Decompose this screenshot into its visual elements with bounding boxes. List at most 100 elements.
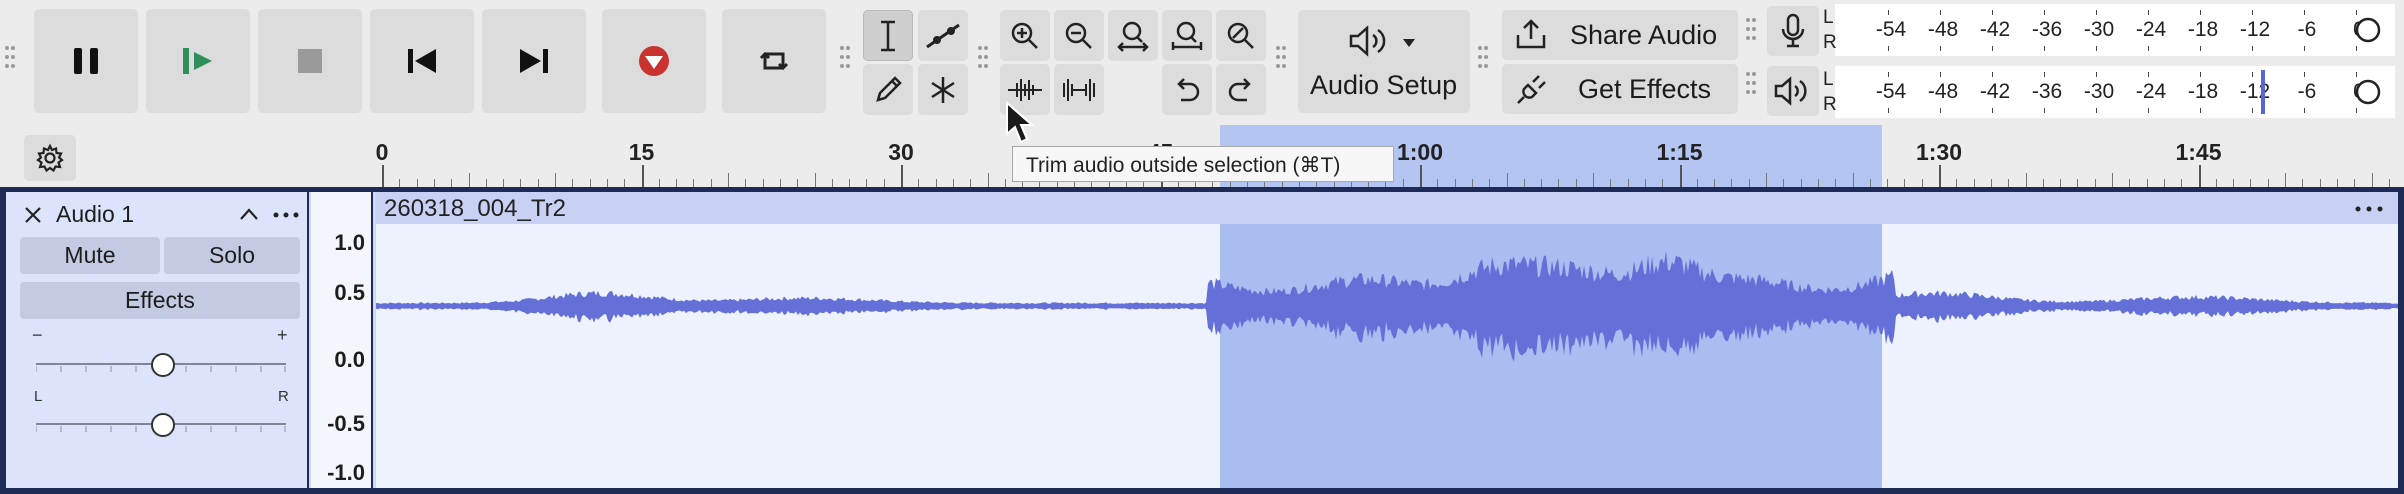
playback-level-marker [2261, 70, 2265, 114]
record-meter-tick-label: -24 [2135, 18, 2167, 41]
ruler-minor-tick [1523, 179, 1525, 187]
ruler-minor-tick [676, 179, 678, 187]
record-meter-button[interactable] [1767, 6, 1819, 56]
tools-toolbar-grip[interactable] [840, 46, 850, 74]
playback-meter-tick-label: -12 [2239, 80, 2271, 103]
gain-slider[interactable] [36, 353, 286, 377]
ruler-minor-tick [1541, 179, 1543, 187]
audio-setup-button[interactable]: Audio Setup [1298, 10, 1470, 113]
record-meter-tick-mark [2356, 46, 2357, 51]
zoom-toggle-button[interactable] [1216, 10, 1266, 61]
amplitude-label-bottom: -1.0 [327, 460, 365, 485]
meter-slider-icon [2355, 79, 2381, 105]
ruler-minor-tick [1887, 179, 1889, 187]
record-meter-tick-mark [1992, 10, 1993, 15]
clip-name: 260318_004_Tr2 [384, 195, 566, 222]
record-meter[interactable]: L R -54-48-42-36-30-24-18-12-60 [1823, 4, 2395, 56]
playback-meter-tick-mark [2096, 72, 2097, 77]
draw-tool-button[interactable] [863, 64, 913, 115]
skip-to-start-button[interactable] [370, 9, 474, 113]
playback-meter-tick-mark [2252, 108, 2253, 113]
get-effects-button[interactable]: Get Effects [1502, 64, 1738, 114]
playback-meter-tick-mark [2096, 108, 2097, 113]
ruler-minor-tick [1644, 179, 1646, 187]
mute-button[interactable]: Mute [20, 237, 160, 274]
solo-button[interactable]: Solo [164, 237, 300, 274]
record-meter-tick-label: -12 [2239, 18, 2271, 41]
ruler-minor-tick [693, 179, 695, 187]
audacity-window: Audio Setup Share Audio Get Effects L R … [0, 0, 2404, 494]
envelope-tool-button[interactable] [918, 10, 968, 61]
skip-to-end-button[interactable] [482, 9, 586, 113]
ruler-time-label: 1:00 [1396, 139, 1444, 165]
ruler-minor-tick [1696, 179, 1698, 187]
record-meter-tick-mark [1940, 46, 1941, 51]
playback-meter-tick-mark [2200, 108, 2201, 113]
chevron-up-icon[interactable] [238, 205, 260, 223]
audio-clip[interactable]: 260318_004_Tr2 [376, 192, 2398, 488]
redo-icon [1228, 77, 1251, 101]
fit-selection-button[interactable] [1108, 10, 1158, 61]
pan-slider[interactable] [36, 413, 286, 437]
amplitude-ruler[interactable]: 1.0 0.5 0.0 -0.5 -1.0 [311, 192, 373, 488]
playback-meter-tick-mark [2200, 72, 2201, 77]
record-meter-tick-mark [1940, 10, 1941, 15]
playback-meter-tick-label: -6 [2297, 80, 2317, 103]
audio-setup-toolbar-grip[interactable] [1276, 46, 1286, 74]
more-options-icon[interactable] [272, 211, 300, 219]
silence-audio-button[interactable] [1054, 64, 1104, 115]
clip-title-bar[interactable]: 260318_004_Tr2 [376, 192, 2398, 224]
zoom-in-button[interactable] [1000, 10, 1050, 61]
zoom-in-icon [1011, 22, 1038, 49]
selection-tool-button[interactable] [863, 10, 913, 61]
stop-button[interactable] [258, 9, 362, 113]
toolbar: Audio Setup Share Audio Get Effects L R … [0, 0, 2404, 125]
gain-slider-thumb[interactable] [151, 353, 175, 377]
playback-meter-tick-mark [2148, 72, 2149, 77]
multi-tool-button[interactable] [918, 64, 968, 115]
undo-button[interactable] [1162, 64, 1212, 115]
playback-meter-tick-mark [2356, 108, 2357, 113]
zoom-out-button[interactable] [1054, 10, 1104, 61]
ruler-minor-tick [2388, 179, 2390, 187]
ruler-minor-tick [1004, 179, 1006, 187]
ruler-minor-tick [883, 179, 885, 187]
zoom-fit-icon [1171, 21, 1203, 50]
pause-button[interactable] [34, 9, 138, 113]
ruler-minor-tick [1817, 179, 1819, 187]
effects-button[interactable]: Effects [20, 282, 300, 319]
record-meter-grip[interactable] [1746, 18, 1756, 46]
playback-meter-grip[interactable] [1746, 72, 1756, 100]
record-icon [639, 46, 669, 76]
loop-button[interactable] [722, 9, 826, 113]
share-toolbar-grip[interactable] [1478, 46, 1488, 74]
record-meter-tick-mark [2252, 10, 2253, 15]
silence-icon [1063, 78, 1095, 101]
close-icon[interactable] [22, 204, 44, 226]
edit-toolbar-grip[interactable] [978, 46, 988, 74]
pan-slider-thumb[interactable] [151, 413, 175, 437]
ruler-minor-tick [849, 179, 851, 187]
ruler-minor-tick [1904, 179, 1906, 187]
skip-to-start-icon [408, 49, 436, 73]
ruler-minor-tick [1990, 179, 1992, 187]
record-button[interactable] [602, 9, 706, 113]
playback-meter-button[interactable] [1767, 66, 1819, 116]
ruler-major-tick [901, 165, 903, 187]
redo-button[interactable] [1216, 64, 1266, 115]
ruler-minor-tick [987, 173, 989, 187]
play-button[interactable] [146, 9, 250, 113]
track-control-panel[interactable]: Audio 1 Mute Solo Effects − + L R [6, 192, 309, 488]
clip-menu-icon[interactable] [2354, 205, 2384, 213]
track-name[interactable]: Audio 1 [56, 201, 134, 228]
playback-meter[interactable]: L R -54-48-42-36-30-24-18-12-60 [1823, 66, 2395, 118]
ruler-minor-tick [1921, 179, 1923, 187]
share-audio-button[interactable]: Share Audio [1502, 10, 1738, 60]
record-meter-tick-mark [2148, 46, 2149, 51]
ruler-minor-tick [2285, 173, 2286, 187]
fit-project-button[interactable] [1162, 10, 1212, 61]
record-meter-tick-mark [1888, 46, 1889, 51]
transport-toolbar-grip[interactable] [5, 46, 15, 74]
timeline-settings-button[interactable] [24, 135, 76, 181]
record-meter-tick-mark [2304, 46, 2305, 51]
